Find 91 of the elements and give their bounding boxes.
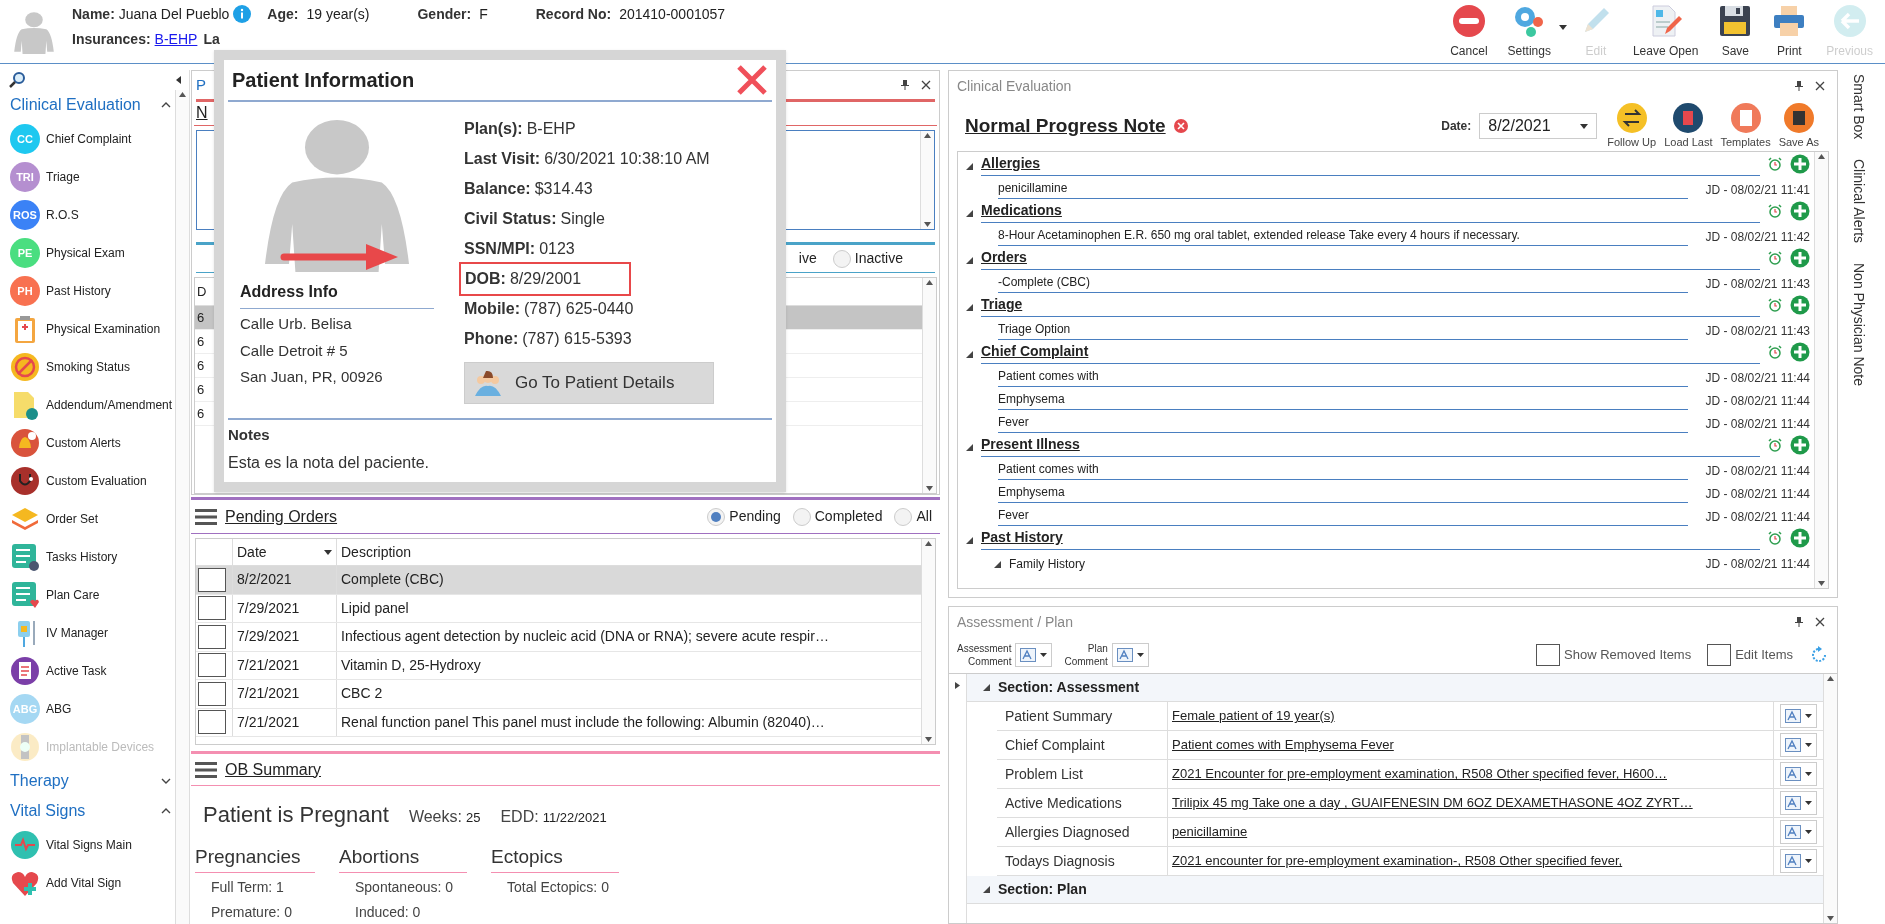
table-cell: 7/29/2021 [232, 623, 336, 651]
label: Weeks: [408, 807, 462, 827]
group-title: Ectopics [491, 843, 619, 873]
timestamp: JD - 08/02/21 11:42 [1704, 229, 1810, 246]
table-cell: 7/21/2021 [232, 651, 336, 679]
label: Record No: [535, 4, 612, 24]
stat-text: Spontaneous: 0 [354, 877, 455, 897]
timestamp: JD - 08/02/21 11:43 [1704, 323, 1810, 340]
record-number: 201410-0001057 [619, 4, 726, 24]
group-title: Abortions [339, 843, 467, 873]
timestamp: JD - 08/02/21 11:44 [1704, 556, 1810, 573]
entry-text: Patient comes with [998, 367, 1688, 387]
stat-text: Full Term: 1 [210, 877, 285, 897]
section-heading: Notes [228, 425, 271, 445]
field-label: Allergies Diagnosed [1004, 822, 1131, 842]
badge-icon: CC [10, 124, 40, 154]
stat-text: Induced: 0 [354, 902, 422, 922]
label: EDD: [500, 807, 539, 827]
field-label: Balance: [464, 179, 531, 199]
entry-text: Emphysema [998, 390, 1688, 410]
table-cell: 7/21/2021 [232, 708, 336, 736]
notes-text: Esta es la nota del paciente. [228, 452, 431, 473]
field-value: (787) 615-5393 [522, 329, 632, 349]
field-value: 6/30/2021 10:38:10 AM [544, 149, 710, 169]
label: Insurances: [72, 29, 151, 49]
entry-text: -Complete (CBC) [998, 273, 1688, 293]
field-label: Todays Diagnosis [1004, 851, 1116, 871]
field-value: 0123 [539, 239, 575, 259]
pregnancy-status: Patient is Pregnant [203, 801, 389, 829]
field-value: $314.43 [534, 179, 593, 199]
label: Gender: [417, 4, 472, 24]
patient-name: Juana Del Pueblo [118, 4, 230, 24]
panel-title: Assessment / Plan [957, 612, 1073, 632]
label: Date: [1441, 118, 1472, 135]
timestamp: JD - 08/02/21 11:44 [1704, 370, 1810, 387]
popup-title: Patient Information [232, 68, 415, 93]
entry-text: penicillamine [998, 179, 1688, 199]
timestamp: JD - 08/02/21 11:44 [1704, 486, 1810, 503]
timestamp: JD - 08/02/21 11:41 [1704, 182, 1810, 199]
age-value: 19 year(s) [306, 4, 370, 24]
section-heading: Address Info [240, 280, 434, 309]
entry-text: Patient comes with [998, 460, 1688, 480]
field-value: B-EHP [526, 119, 576, 139]
button-label: Plan Comment [1064, 642, 1108, 668]
radio-label: ive [798, 249, 817, 268]
button-label: Assessment Comment [957, 642, 1012, 668]
entry-text: Fever [998, 506, 1688, 526]
address-line: San Juan, PR, 00926 [240, 367, 384, 387]
address-line: Calle Urb. Belisa [240, 314, 353, 334]
field-label: SSN/MPI: [464, 239, 536, 259]
badge-icon: ABG [10, 694, 40, 724]
field-label: Phone: [464, 329, 519, 349]
field-value: (787) 625-0440 [524, 299, 634, 319]
timestamp: JD - 08/02/21 11:44 [1704, 416, 1810, 433]
badge-icon: ROS [10, 200, 40, 230]
label: Age: [267, 4, 299, 24]
field-value: 8/29/2001 [509, 269, 582, 289]
field-label: Chief Complaint [1004, 735, 1106, 755]
table-cell: 7/29/2021 [232, 594, 336, 622]
entry-text: 8-Hour Acetaminophen E.R. 650 mg oral tablet, extended release Take every 4 hours if necessary. [998, 226, 1688, 246]
stat-text: Total Ectopics: 0 [506, 877, 610, 897]
field-label: Problem List [1004, 764, 1084, 784]
entry-text: Triage Option [998, 320, 1688, 340]
field-label: Plan(s): [464, 119, 523, 139]
field-label: Civil Status: [464, 209, 557, 229]
entry-text: Fever [998, 413, 1688, 433]
timestamp: JD - 08/02/21 11:44 [1704, 463, 1810, 480]
entry-text: Emphysema [998, 483, 1688, 503]
timestamp: JD - 08/02/21 11:44 [1704, 393, 1810, 410]
field-label: Active Medications [1004, 793, 1123, 813]
field-label: DOB: [465, 269, 506, 289]
gender-value: F [479, 4, 488, 24]
label: Name: [72, 4, 115, 24]
badge-icon: PH [10, 276, 40, 306]
label: La [203, 29, 220, 49]
badge-icon: TRI [10, 162, 40, 192]
field-value: Single [560, 209, 605, 229]
table-cell: 7/21/2021 [232, 680, 336, 708]
panel-title: Clinical Evaluation [957, 76, 1072, 96]
stat-text: Premature: 0 [210, 902, 293, 922]
weeks-value: 25 [465, 809, 481, 827]
address-line: Calle Detroit # 5 [240, 340, 349, 361]
field-label: Mobile: [464, 299, 520, 319]
edd-value: 11/22/2021 [542, 809, 607, 827]
field-label: Last Visit: [464, 149, 541, 169]
badge-icon: PE [10, 238, 40, 268]
timestamp: JD - 08/02/21 11:43 [1704, 276, 1810, 293]
field-label: Patient Summary [1004, 706, 1114, 726]
table-cell: 8/2/2021 [232, 566, 336, 594]
timestamp: JD - 08/02/21 11:44 [1704, 509, 1810, 526]
group-title: Pregnancies [195, 843, 315, 873]
